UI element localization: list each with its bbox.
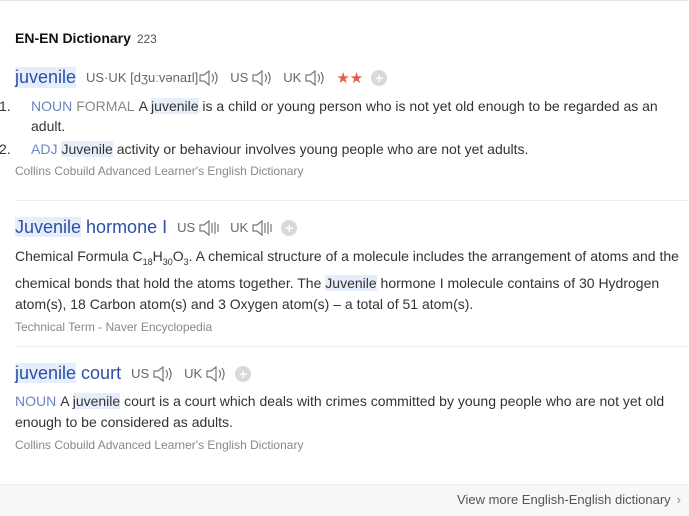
entry-juvenile-court: juvenile court US UK + NOUN A juvenile co… bbox=[15, 363, 682, 452]
register-tag: FORMAL bbox=[76, 98, 135, 114]
pronunciation-us-uk: US·UK [dʒuːvənaɪl] bbox=[86, 69, 220, 87]
subscript: 30 bbox=[162, 256, 173, 267]
us-label: US bbox=[177, 220, 196, 235]
highlight-word: juvenile bbox=[72, 393, 121, 409]
pronunciation-us: US bbox=[177, 219, 220, 237]
headword-link[interactable]: Juvenile hormone I bbox=[15, 217, 167, 238]
speaker-icon[interactable] bbox=[198, 69, 220, 87]
pos-tag: NOUN bbox=[31, 98, 73, 114]
divider bbox=[15, 346, 689, 347]
highlight-word: Juvenile bbox=[61, 141, 113, 157]
speaker-icon[interactable] bbox=[304, 69, 326, 87]
uk-label: UK bbox=[230, 220, 249, 235]
text-part: Chemical Formula C bbox=[15, 248, 143, 264]
pronunciation-uk: UK bbox=[230, 219, 273, 237]
headword-rest: hormone I bbox=[81, 217, 168, 237]
entry-juvenile: juvenile US·UK [dʒuːvənaɪl] US UK ★★ + 1… bbox=[0, 67, 682, 178]
add-wordbook-icon[interactable]: + bbox=[281, 219, 298, 236]
pos-tag: ADJ bbox=[31, 141, 58, 157]
us-label: US bbox=[230, 70, 249, 85]
definition-text: NOUN A juvenile court is a court which de… bbox=[15, 391, 682, 433]
speaker-icon[interactable] bbox=[251, 69, 273, 87]
pos-tag: NOUN bbox=[15, 393, 57, 409]
chevron-right-icon: › bbox=[676, 492, 681, 507]
pronunciation-uk: UK bbox=[283, 69, 326, 87]
highlight-word: Juvenile bbox=[325, 274, 377, 291]
view-more-link[interactable]: View more English-English dictionary › bbox=[457, 492, 681, 507]
headword-rest: court bbox=[76, 363, 122, 383]
sense-2: 2. ADJ Juvenile activity or behaviour invo… bbox=[0, 139, 682, 159]
add-wordbook-icon[interactable]: + bbox=[371, 69, 388, 86]
text-part: O bbox=[172, 248, 184, 264]
sense-number: 1. bbox=[0, 98, 11, 114]
speaker-icon[interactable] bbox=[205, 365, 227, 383]
section-title: EN-EN Dictionary 223 bbox=[15, 30, 157, 46]
headword-link[interactable]: juvenile bbox=[15, 67, 77, 88]
speaker-icon[interactable] bbox=[152, 365, 174, 383]
encyclopedia-source[interactable]: Technical Term - Naver Encyclopedia bbox=[15, 320, 682, 334]
headword-highlight: Juvenile bbox=[15, 217, 82, 237]
text-part: A bbox=[60, 393, 73, 409]
pronunciation-us: US bbox=[131, 365, 174, 383]
dictionary-source[interactable]: Collins Cobuild Advanced Learner's Engli… bbox=[15, 164, 682, 178]
view-more-text: View more English-English dictionary bbox=[457, 492, 671, 507]
sense-text: A bbox=[138, 98, 152, 114]
dictionary-source[interactable]: Collins Cobuild Advanced Learner's Engli… bbox=[15, 438, 682, 452]
frequency-stars: ★★ bbox=[336, 69, 364, 87]
us-label: US bbox=[131, 366, 150, 381]
sense-text: activity or behaviour involves young peo… bbox=[112, 141, 529, 157]
pronunciation-us: US bbox=[230, 69, 273, 87]
divider bbox=[15, 200, 689, 201]
speaker-icon[interactable] bbox=[198, 219, 220, 237]
headword-link[interactable]: juvenile court bbox=[15, 363, 121, 384]
highlight-word: juvenile bbox=[151, 98, 199, 114]
ipa-text: US·UK [dʒuːvənaɪl] bbox=[86, 70, 199, 85]
uk-label: UK bbox=[283, 70, 302, 85]
speaker-icon[interactable] bbox=[251, 219, 273, 237]
add-wordbook-icon[interactable]: + bbox=[235, 365, 252, 382]
pronunciation-uk: UK bbox=[184, 365, 227, 383]
text-part: H bbox=[152, 248, 163, 264]
entry-juvenile-hormone: Juvenile hormone I US UK + Chemical Form… bbox=[15, 217, 682, 334]
definition-text: Chemical Formula C18H30O3. A chemical st… bbox=[15, 246, 682, 315]
uk-label: UK bbox=[184, 366, 203, 381]
sense-number: 2. bbox=[0, 141, 11, 157]
section-title-text: EN-EN Dictionary bbox=[15, 30, 131, 46]
footer-bar: View more English-English dictionary › bbox=[0, 484, 689, 516]
subscript: 18 bbox=[142, 256, 153, 267]
result-count: 223 bbox=[136, 32, 157, 46]
sense-1: 1. NOUN FORMAL A juvenile is a child or you… bbox=[0, 96, 682, 136]
headword-highlight: juvenile bbox=[15, 363, 77, 383]
